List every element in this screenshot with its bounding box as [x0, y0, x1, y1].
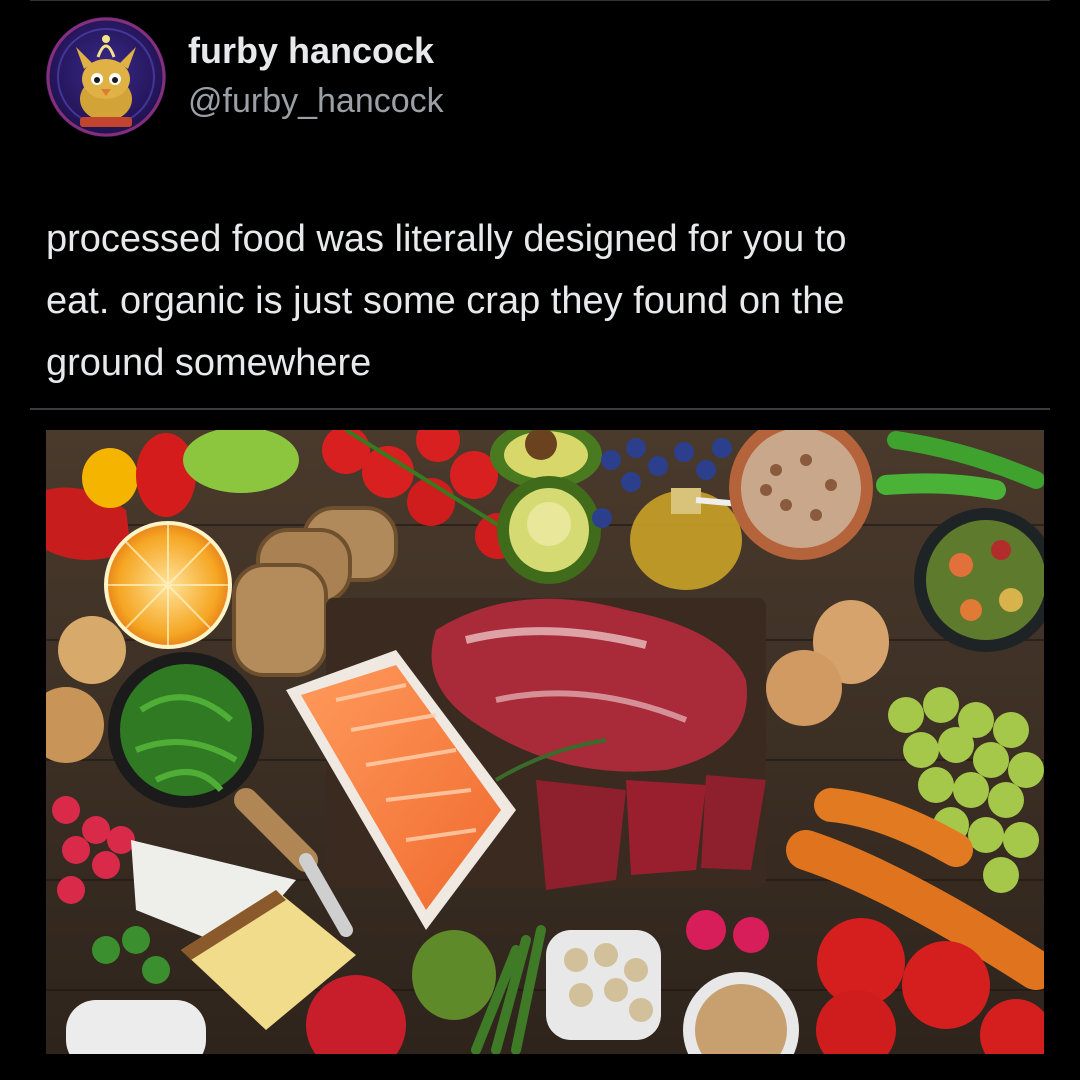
user-handle[interactable]: @furby_hancock: [188, 82, 444, 121]
content-divider: [30, 408, 1050, 410]
tweet-line: processed food was literally designed fo…: [46, 218, 847, 260]
top-divider: [30, 0, 1050, 1]
furby-avatar-icon: [46, 17, 166, 137]
tweet-line: eat. organic is just some crap they foun…: [46, 280, 845, 322]
tweet-line: ground somewhere: [46, 342, 372, 384]
avatar[interactable]: [46, 17, 166, 137]
food-spread-photo-icon: [46, 430, 1044, 1054]
display-name[interactable]: furby hancock: [188, 30, 434, 72]
tweet-text: processed food was literally designed fo…: [46, 208, 1046, 394]
media-image[interactable]: [46, 430, 1044, 1054]
